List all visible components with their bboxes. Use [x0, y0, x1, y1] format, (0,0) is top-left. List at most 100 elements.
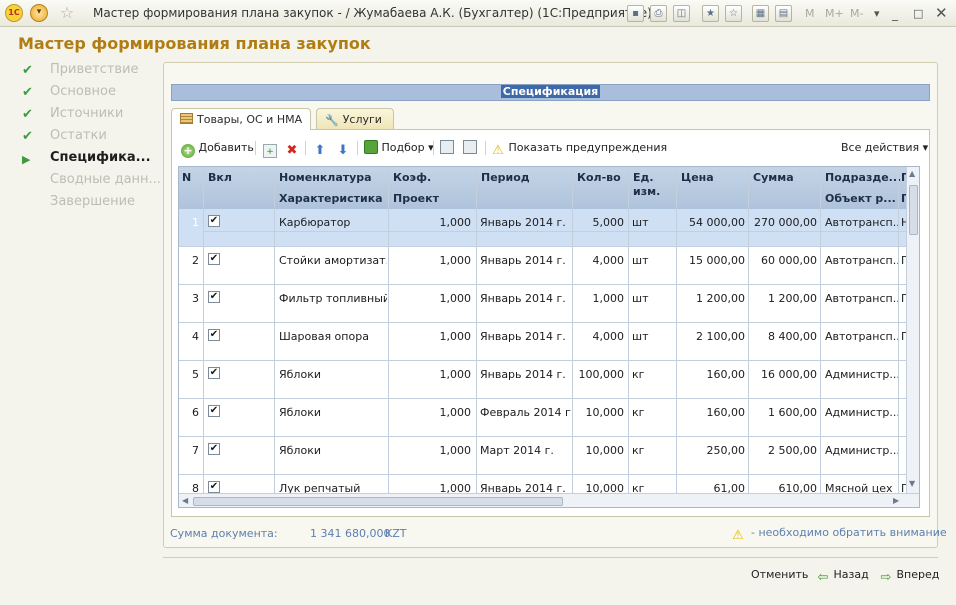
- cell-sum[interactable]: 16 000,00: [751, 368, 817, 381]
- vertical-scrollbar[interactable]: ▲ ▼: [906, 167, 919, 493]
- cell-qty[interactable]: 4,000: [574, 254, 625, 267]
- cell-price[interactable]: 160,00: [679, 368, 746, 381]
- scroll-left-icon[interactable]: ◀: [182, 496, 188, 505]
- cell-unit[interactable]: кг: [632, 368, 672, 381]
- copy-row-button[interactable]: +: [263, 139, 277, 158]
- cell-coef[interactable]: 1,000: [389, 444, 472, 457]
- table-row[interactable]: 6 ✔ Яблоки 1,000 Февраль 2014 г. 10,000 …: [179, 399, 906, 437]
- scroll-down-icon[interactable]: ▼: [909, 479, 915, 488]
- bookmark-icon[interactable]: ☆: [725, 5, 742, 22]
- cell-price[interactable]: 250,00: [679, 444, 746, 457]
- include-checkbox[interactable]: ✔: [208, 215, 220, 227]
- cell-dept[interactable]: Администр...: [825, 406, 898, 419]
- step-specification[interactable]: ▶ Специфика...: [22, 148, 162, 170]
- col-incl-header[interactable]: Вкл: [208, 171, 232, 184]
- include-checkbox[interactable]: ✔: [208, 367, 220, 379]
- cell-nomenclature[interactable]: Яблоки: [279, 406, 387, 419]
- cell-nomenclature[interactable]: Стойки амортизат...: [279, 254, 387, 267]
- col-project-header[interactable]: Проект: [393, 192, 439, 205]
- cell-period[interactable]: Январь 2014 г.: [480, 292, 572, 305]
- memory-plus-button[interactable]: M+: [825, 7, 844, 20]
- delete-button[interactable]: ✖: [285, 139, 299, 158]
- cell-coef[interactable]: 1,000: [389, 292, 472, 305]
- cell-qty[interactable]: 10,000: [574, 406, 625, 419]
- main-menu-button[interactable]: ▾: [30, 4, 48, 22]
- cell-coef[interactable]: 1,000: [389, 368, 472, 381]
- table-row[interactable]: 7 ✔ Яблоки 1,000 Март 2014 г. 10,000 кг …: [179, 437, 906, 475]
- cell-price[interactable]: 54 000,00: [679, 216, 745, 229]
- col-period-header[interactable]: Период: [481, 171, 530, 184]
- specification-table[interactable]: N Вкл Номенклатура Характеристика Коэф. …: [178, 166, 920, 508]
- cell-sum[interactable]: 270 000,00: [751, 216, 817, 229]
- include-checkbox[interactable]: ✔: [208, 329, 220, 341]
- cell-dept[interactable]: Администр...: [825, 444, 898, 457]
- table-row[interactable]: 5 ✔ Яблоки 1,000 Январь 2014 г. 100,000 …: [179, 361, 906, 399]
- pick-button[interactable]: Подбор ▾: [364, 139, 434, 157]
- cell-qty[interactable]: 100,000: [574, 368, 625, 381]
- cell-dept[interactable]: Автотрансп...: [825, 216, 898, 229]
- col-qty-header[interactable]: Кол-во: [577, 171, 621, 184]
- cell-dept[interactable]: Автотрансп...: [825, 254, 898, 267]
- cell-dept[interactable]: Автотрансп...: [825, 292, 898, 305]
- back-button[interactable]: ⇦ Назад: [816, 568, 869, 585]
- favorite-star-icon[interactable]: ☆: [58, 4, 76, 22]
- fill-button[interactable]: [440, 139, 454, 157]
- scroll-right-icon[interactable]: ▶: [893, 496, 899, 505]
- cell-unit[interactable]: шт: [632, 292, 672, 305]
- cell-period[interactable]: Январь 2014 г.: [480, 216, 572, 229]
- cell-period[interactable]: Январь 2014 г.: [480, 254, 572, 267]
- horizontal-scrollbar[interactable]: ◀ ▶: [179, 493, 919, 507]
- title-menu-chevron-icon[interactable]: ▾: [874, 7, 880, 20]
- cell-qty[interactable]: 4,000: [574, 330, 625, 343]
- table-row[interactable]: 2 ✔ Стойки амортизат... 1,000 Январь 201…: [179, 247, 907, 285]
- step-welcome[interactable]: ✔ Приветствие: [22, 60, 162, 82]
- cell-nomenclature[interactable]: Карбюратор: [279, 216, 387, 229]
- minimize-icon[interactable]: _: [892, 7, 898, 21]
- save-icon[interactable]: ▪: [627, 5, 644, 22]
- cell-price[interactable]: 1 200,00: [679, 292, 745, 305]
- cell-price[interactable]: 15 000,00: [679, 254, 745, 267]
- cell-nomenclature[interactable]: Фильтр топливный: [279, 292, 387, 305]
- close-icon[interactable]: ✕: [935, 4, 948, 22]
- col-price-header[interactable]: Цена: [681, 171, 714, 184]
- include-checkbox[interactable]: ✔: [208, 291, 220, 303]
- cell-unit[interactable]: шт: [632, 330, 672, 343]
- cell-sum[interactable]: 8 400,00: [751, 330, 817, 343]
- move-down-button[interactable]: ⬇: [336, 139, 350, 158]
- cell-sum[interactable]: 60 000,00: [751, 254, 817, 267]
- step-sources[interactable]: ✔ Источники: [22, 104, 162, 126]
- cell-qty[interactable]: 5,000: [574, 216, 625, 229]
- cell-period[interactable]: Январь 2014 г.: [480, 368, 572, 381]
- calendar-icon[interactable]: ▤: [775, 5, 792, 22]
- tab-goods[interactable]: Товары, ОС и НМА: [171, 108, 311, 130]
- cell-dept[interactable]: Администр...: [825, 368, 898, 381]
- cell-period[interactable]: Февраль 2014 г.: [480, 406, 572, 419]
- next-button[interactable]: ⇨ Вперед: [879, 568, 940, 585]
- cell-sum[interactable]: 1 600,00: [751, 406, 817, 419]
- maximize-icon[interactable]: □: [913, 7, 923, 20]
- show-warnings-button[interactable]: ⚠ Показать предупреждения: [491, 139, 667, 158]
- cell-coef[interactable]: 1,000: [389, 254, 472, 267]
- cell-nomenclature[interactable]: Яблоки: [279, 444, 387, 457]
- include-checkbox[interactable]: ✔: [208, 253, 220, 265]
- col-unit-header[interactable]: Ед. изм.: [633, 171, 667, 199]
- col-sum-header[interactable]: Сумма: [753, 171, 794, 184]
- col-nomenclature-header[interactable]: Номенклатура: [279, 171, 387, 184]
- cell-unit[interactable]: шт: [632, 254, 672, 267]
- move-up-button[interactable]: ⬆: [313, 139, 327, 158]
- app-logo-icon[interactable]: 1С: [5, 4, 23, 22]
- step-remains[interactable]: ✔ Остатки: [22, 126, 162, 148]
- tab-services[interactable]: 🔧 Услуги: [316, 108, 394, 129]
- cancel-button[interactable]: Отменить: [751, 568, 808, 581]
- step-main[interactable]: ✔ Основное: [22, 82, 162, 104]
- include-checkbox[interactable]: ✔: [208, 405, 220, 417]
- table-row[interactable]: 4 ✔ Шаровая опора 1,000 Январь 2014 г. 4…: [179, 323, 907, 361]
- include-checkbox[interactable]: ✔: [208, 443, 220, 455]
- cell-unit[interactable]: шт: [632, 216, 672, 229]
- cell-unit[interactable]: кг: [632, 444, 672, 457]
- print-icon[interactable]: ⎙: [650, 5, 667, 22]
- cell-sum[interactable]: 2 500,00: [751, 444, 817, 457]
- cell-period[interactable]: Январь 2014 г.: [480, 330, 572, 343]
- all-actions-button[interactable]: Все действия ▾: [841, 139, 928, 157]
- cell-period[interactable]: Март 2014 г.: [480, 444, 572, 457]
